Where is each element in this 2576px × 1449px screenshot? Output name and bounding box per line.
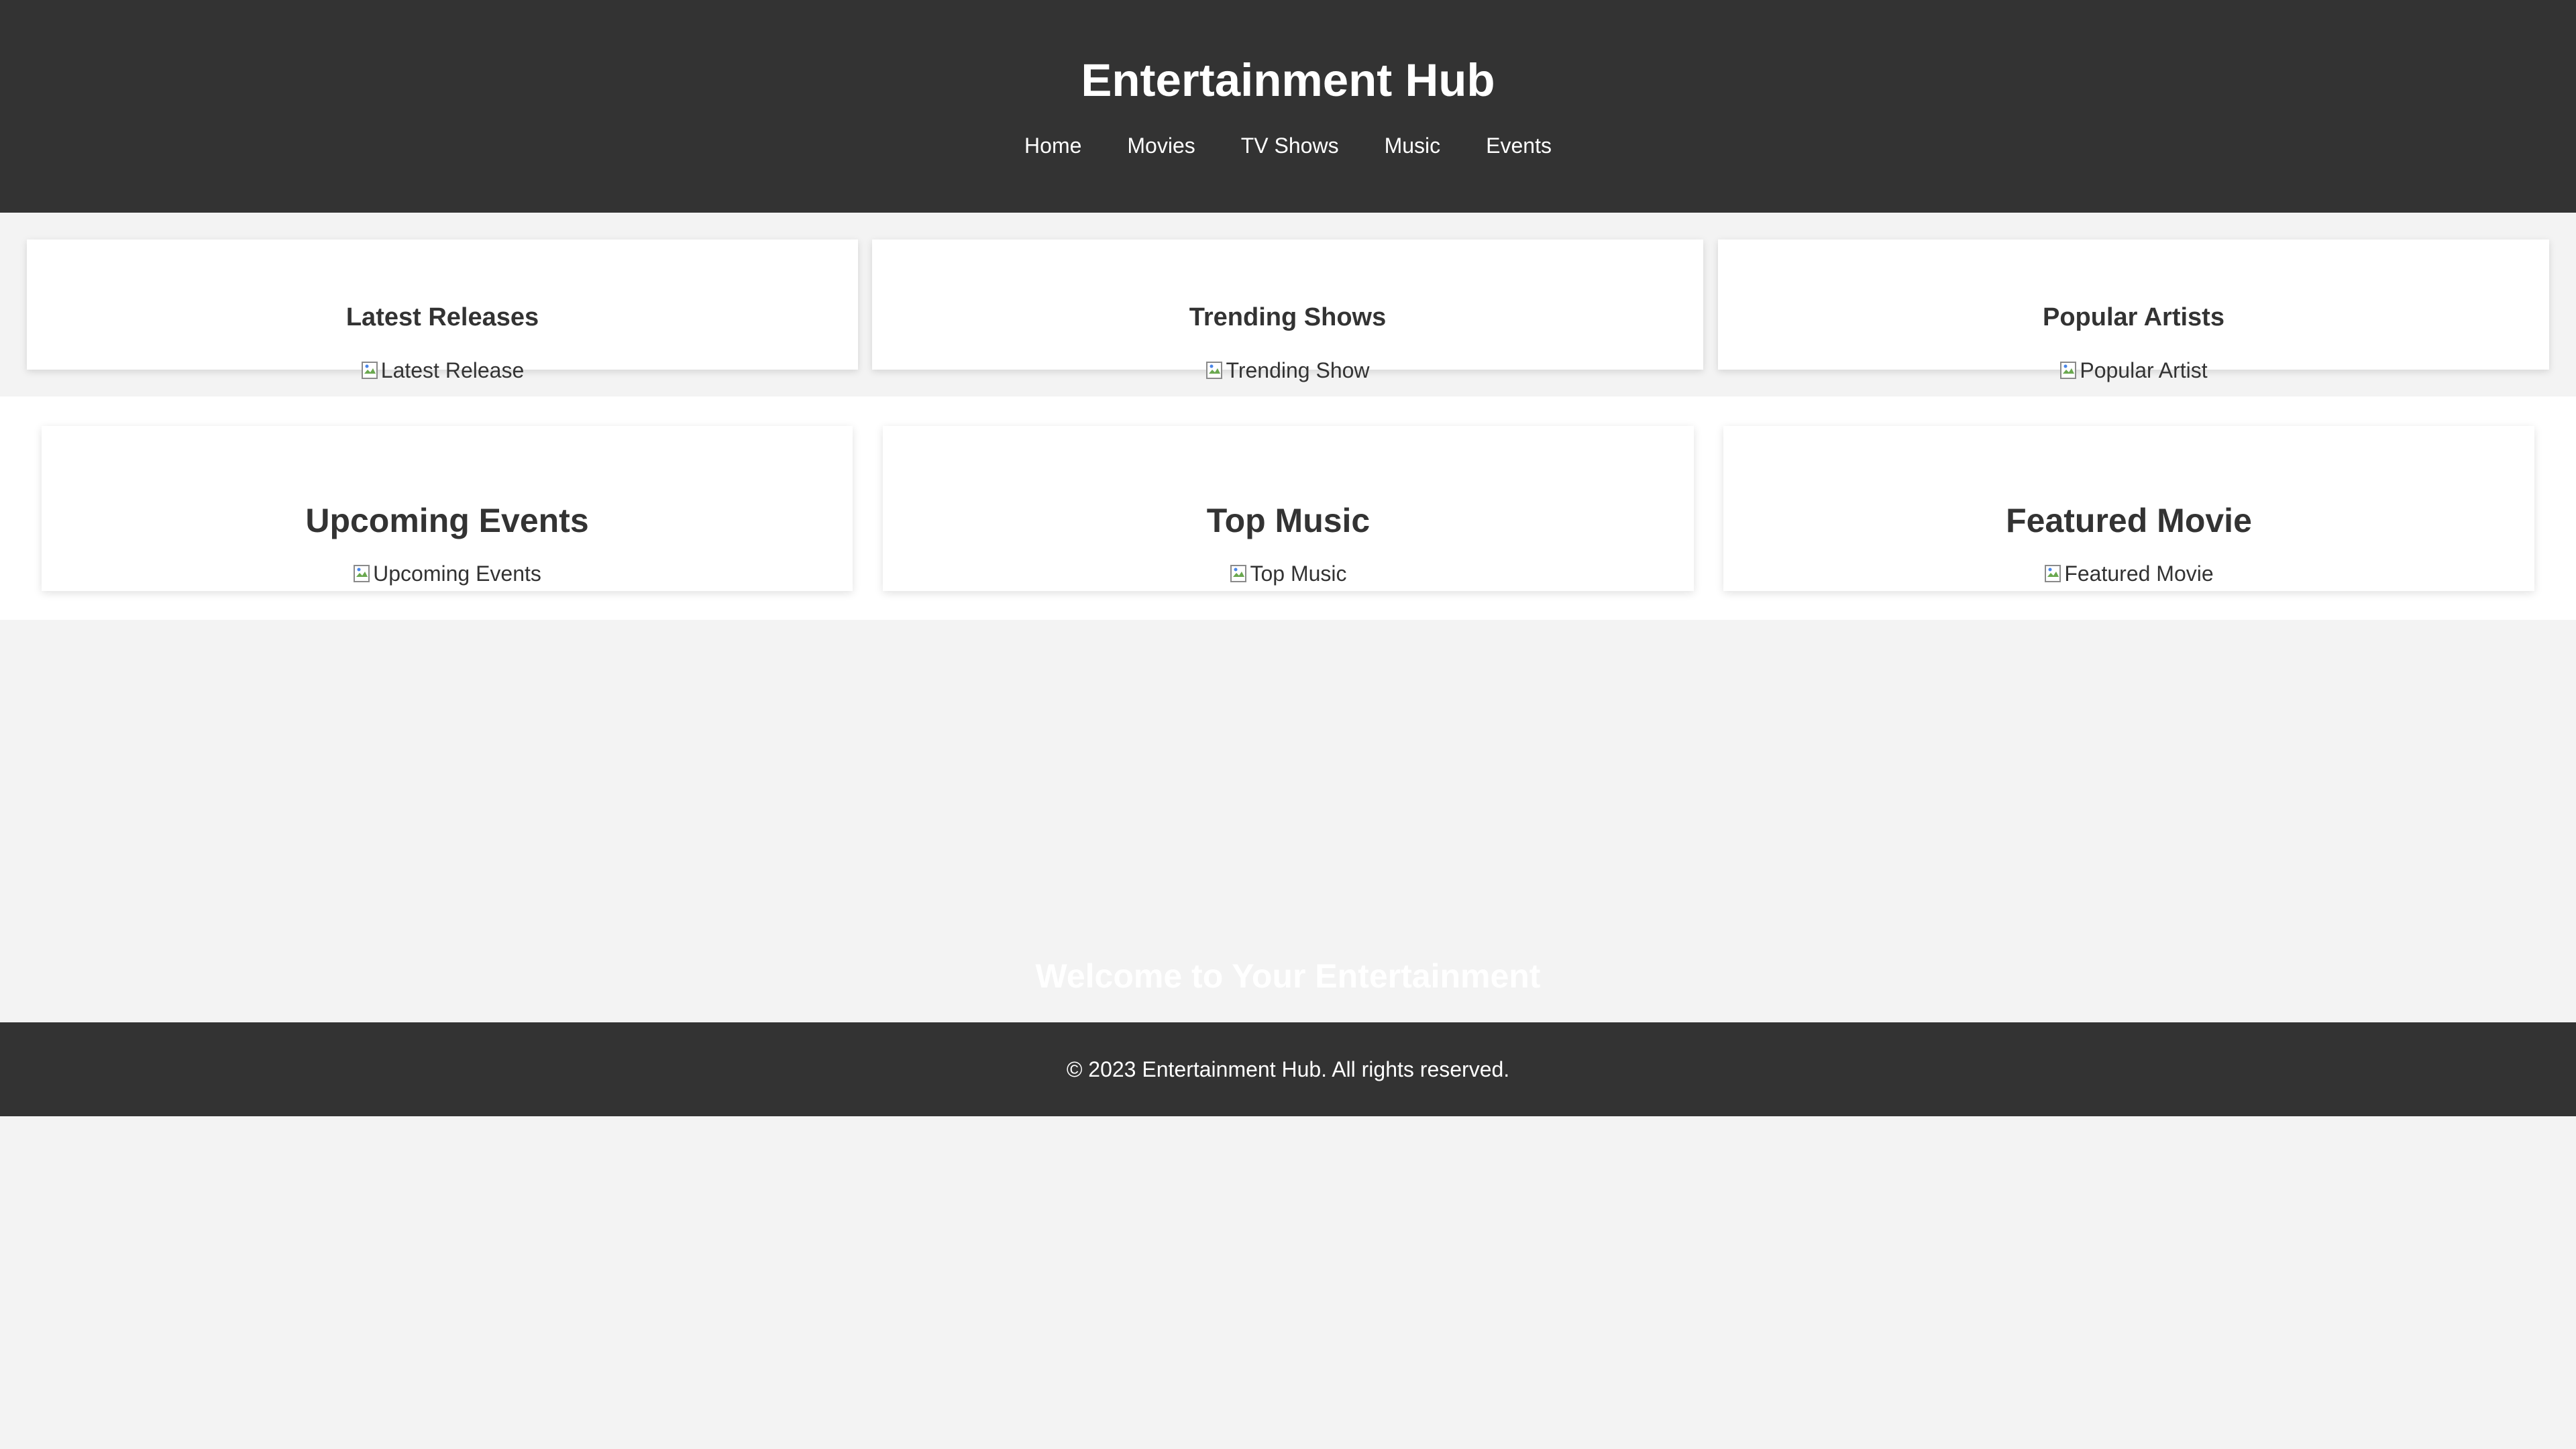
card-image: Top Music xyxy=(883,560,1694,587)
card-image: Trending Show xyxy=(872,357,1703,384)
card-image: Latest Release xyxy=(27,357,858,384)
broken-image-icon xyxy=(1206,362,1223,379)
image-alt-text: Latest Release xyxy=(380,358,525,382)
nav-link-events[interactable]: Events xyxy=(1463,131,1574,160)
broken-image-icon xyxy=(2060,362,2077,379)
highlights-section: Latest Releases Latest Release Trending … xyxy=(0,213,2576,396)
broken-image-icon xyxy=(1230,565,1247,582)
nav-link-tv-shows[interactable]: TV Shows xyxy=(1218,131,1362,160)
site-header: Entertainment Hub Home Movies TV Shows M… xyxy=(0,0,2576,213)
card-title: Popular Artists xyxy=(2043,303,2224,331)
image-alt-text: Trending Show xyxy=(1226,358,1370,382)
card-title: Latest Releases xyxy=(345,303,539,331)
nav-link-movies[interactable]: Movies xyxy=(1104,131,1218,160)
featured-section: Upcoming Events Upcoming Events Top Musi… xyxy=(0,396,2576,620)
site-footer: © 2023 Entertainment Hub. All rights res… xyxy=(0,1022,2576,1116)
card-title: Featured Movie xyxy=(2006,502,2252,539)
image-alt-text: Upcoming Events xyxy=(373,561,541,586)
card-featured-movie: Featured Movie Featured Movie xyxy=(1723,426,2534,591)
card-title: Trending Shows xyxy=(1189,303,1387,331)
card-image: Popular Artist xyxy=(1718,357,2549,384)
card-image: Upcoming Events xyxy=(42,560,853,587)
image-alt-text: Top Music xyxy=(1250,561,1347,586)
card-top-music: Top Music Top Music xyxy=(883,426,1694,591)
card-image: Featured Movie xyxy=(1723,560,2534,587)
card-trending-shows: Trending Shows Trending Show xyxy=(872,239,1703,382)
card-title: Upcoming Events xyxy=(305,502,589,539)
footer-copyright: © 2023 Entertainment Hub. All rights res… xyxy=(1066,1057,1510,1081)
nav-link-home[interactable]: Home xyxy=(1002,131,1104,160)
card-title: Top Music xyxy=(1206,502,1371,539)
broken-image-icon xyxy=(361,362,378,379)
nav-link-music[interactable]: Music xyxy=(1362,131,1464,160)
main-nav: Home Movies TV Shows Music Events xyxy=(0,131,2576,160)
site-title: Entertainment Hub xyxy=(1081,54,1495,106)
broken-image-icon xyxy=(354,565,370,582)
hero-title: Welcome to Your Entertainment xyxy=(1035,957,1541,995)
image-alt-text: Featured Movie xyxy=(2064,561,2214,586)
image-alt-text: Popular Artist xyxy=(2080,358,2208,382)
broken-image-icon xyxy=(2045,565,2061,582)
card-upcoming-events: Upcoming Events Upcoming Events xyxy=(42,426,853,591)
card-popular-artists: Popular Artists Popular Artist xyxy=(1718,239,2549,382)
card-latest-releases: Latest Releases Latest Release xyxy=(27,239,858,382)
